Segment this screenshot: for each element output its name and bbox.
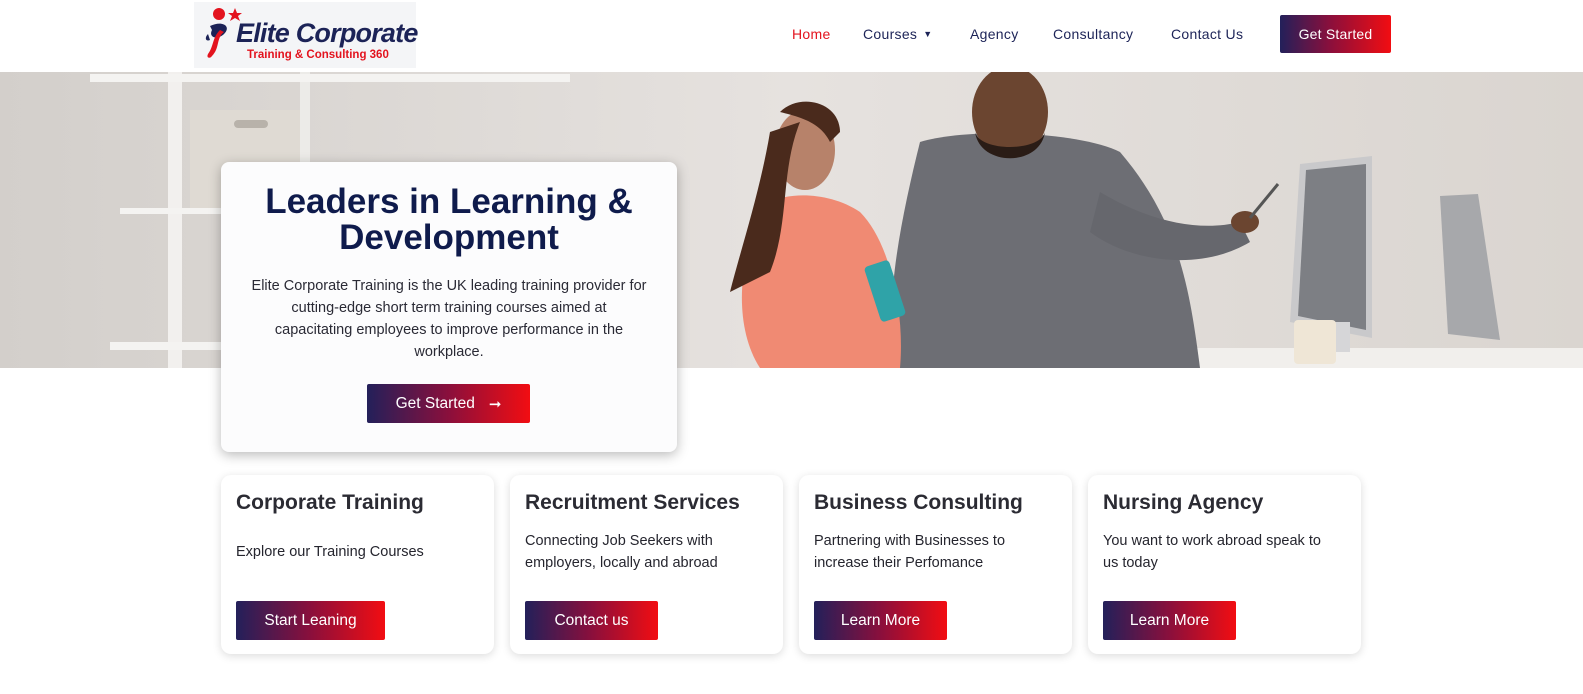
service-card-recruitment: Recruitment Services Connecting Job Seek… [510,475,783,654]
service-title: Nursing Agency [1103,491,1264,514]
site-header: Elite Corporate Training & Consulting 36… [0,0,1583,72]
start-leaning-button[interactable]: Start Leaning [236,601,385,640]
nav-contact-us[interactable]: Contact Us [1171,26,1243,44]
logo-title: Elite Corporate [236,18,418,48]
service-card-business-consulting: Business Consulting Partnering with Busi… [799,475,1072,654]
service-title: Recruitment Services [525,491,740,514]
service-title: Corporate Training [236,491,424,514]
service-description: Partnering with Businesses to increase t… [814,533,1006,571]
nav-agency[interactable]: Agency [970,26,1019,44]
service-description: You want to work abroad speak to us toda… [1103,533,1321,571]
hero-description: Elite Corporate Training is the UK leadi… [251,278,647,360]
logo-subtitle: Training & Consulting 360 [247,49,389,61]
nav-home[interactable]: Home [792,26,831,44]
service-description: Connecting Job Seekers with employers, l… [525,533,718,571]
nav-consultancy[interactable]: Consultancy [1053,26,1133,44]
hero-get-started-button[interactable]: Get Started ➞ [367,384,530,423]
header-get-started-button[interactable]: Get Started [1280,15,1391,53]
arrow-right-icon: ➞ [488,395,502,413]
nav-courses-label: Courses [863,26,918,42]
service-card-nursing-agency: Nursing Agency You want to work abroad s… [1088,475,1361,654]
hero-card: Leaders in Learning & Development Elite … [221,162,677,452]
learn-more-button[interactable]: Learn More [814,601,947,640]
service-description: Explore our Training Courses [236,544,424,560]
hero-title: Leaders in Learning & Development [265,182,633,257]
hero-button-label: Get Started [395,394,475,412]
chevron-down-icon: ▼ [923,29,933,39]
site-logo[interactable]: Elite Corporate Training & Consulting 36… [194,2,418,68]
service-title: Business Consulting [814,491,1023,514]
learn-more-button[interactable]: Learn More [1103,601,1236,640]
contact-us-button[interactable]: Contact us [525,601,658,640]
service-card-corporate-training: Corporate Training Explore our Training … [221,475,494,654]
nav-courses[interactable]: Courses ▼ [863,26,932,44]
